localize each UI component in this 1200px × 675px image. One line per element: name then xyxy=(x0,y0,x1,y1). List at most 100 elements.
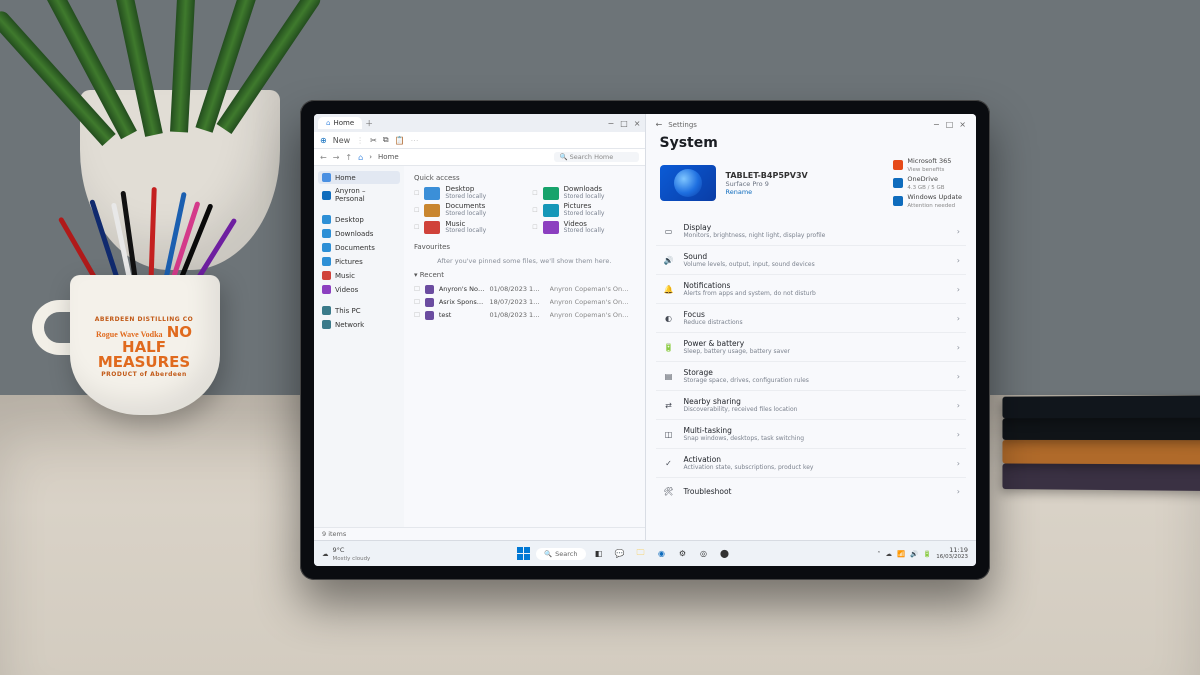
settings-row-activation[interactable]: ✓ActivationActivation state, subscriptio… xyxy=(656,448,967,477)
folder-icon xyxy=(424,204,440,217)
sidebar-item-videos[interactable]: Videos xyxy=(318,283,400,296)
settings-row-troubleshoot[interactable]: 🛠Troubleshoot› xyxy=(656,477,967,504)
chevron-right-icon: › xyxy=(957,487,960,496)
breadcrumb[interactable]: Home xyxy=(378,153,399,161)
folder-pictures[interactable]: ☐PicturesStored locally xyxy=(532,203,634,217)
folder-icon xyxy=(424,187,440,200)
explorer-taskbar-icon[interactable]: 🗀 xyxy=(633,546,649,562)
weather-cond: Mostly cloudy xyxy=(333,556,371,562)
settings-row-focus[interactable]: ◐FocusReduce distractions› xyxy=(656,303,967,332)
setting-icon: 🔊 xyxy=(662,253,676,267)
recent-name: Anyron's Notebook xyxy=(439,285,485,293)
checkbox[interactable]: ☐ xyxy=(414,207,419,214)
settings-row-storage[interactable]: ▤StorageStorage space, drives, configura… xyxy=(656,361,967,390)
checkbox[interactable]: ☐ xyxy=(414,190,419,197)
checkbox[interactable]: ☐ xyxy=(532,190,537,197)
cut-icon[interactable]: ✂ xyxy=(370,136,377,145)
onedrive-tray-icon[interactable]: ☁ xyxy=(886,550,893,558)
tablet-device: ⌂ Home ＋ − □ × ⊕ New ⋮ ✂ ⧉ 📋 xyxy=(300,100,990,580)
checkbox[interactable]: ☐ xyxy=(532,224,537,231)
folder-music[interactable]: ☐MusicStored locally xyxy=(414,221,516,235)
sidebar-item-home[interactable]: Home xyxy=(318,171,400,184)
weather-widget[interactable]: ☁ 9°CMostly cloudy xyxy=(322,546,370,562)
folder-downloads[interactable]: ☐DownloadsStored locally xyxy=(532,186,634,200)
clock-date[interactable]: 16/03/2023 xyxy=(936,554,968,560)
tray-chevron-icon[interactable]: ˄ xyxy=(877,550,880,558)
recent-row[interactable]: ☐Asrix Sponsored Article File Visuailse … xyxy=(414,296,635,309)
folder-icon xyxy=(543,221,559,234)
rename-link[interactable]: Rename xyxy=(726,188,808,196)
sidebar-item-anyron-personal[interactable]: Anyron – Personal xyxy=(318,185,400,205)
settings-row-power-battery[interactable]: 🔋Power & batterySleep, battery usage, ba… xyxy=(656,332,967,361)
forward-button[interactable]: → xyxy=(333,153,340,162)
chat-button[interactable]: 💬 xyxy=(612,546,628,562)
settings-row-sound[interactable]: 🔊SoundVolume levels, output, input, soun… xyxy=(656,245,967,274)
settings-row-nearby-sharing[interactable]: ⇄Nearby sharingDiscoverability, received… xyxy=(656,390,967,419)
tile-label: Windows UpdateAttention needed xyxy=(907,193,962,209)
info-tile[interactable]: Windows UpdateAttention needed xyxy=(893,193,962,209)
maximize-button[interactable]: □ xyxy=(620,119,628,128)
chrome-taskbar-icon[interactable]: ◎ xyxy=(696,546,712,562)
checkbox[interactable]: ☐ xyxy=(414,298,420,306)
task-view-button[interactable]: ◧ xyxy=(591,546,607,562)
close-button[interactable]: × xyxy=(634,119,641,128)
explorer-tab-home[interactable]: ⌂ Home xyxy=(318,117,362,129)
new-tab-button[interactable]: ＋ xyxy=(365,118,373,129)
folder-icon xyxy=(322,243,331,252)
setting-label: FocusReduce distractions xyxy=(684,310,743,326)
sidebar-item-label: Home xyxy=(335,174,356,182)
settings-taskbar-icon[interactable]: ⚙ xyxy=(675,546,691,562)
explorer-addressbar: ← → ↑ ⌂ › Home 🔍 Search Home xyxy=(314,149,645,166)
sidebar-item-documents[interactable]: Documents xyxy=(318,241,400,254)
back-button[interactable]: ← xyxy=(656,120,663,129)
recent-location: Anyron Copeman's On… xyxy=(550,298,635,306)
folder-documents[interactable]: ☐DocumentsStored locally xyxy=(414,203,516,217)
new-button[interactable]: New xyxy=(333,136,350,145)
folder-desktop[interactable]: ☐DesktopStored locally xyxy=(414,186,516,200)
sidebar-item-this-pc[interactable]: This PC xyxy=(318,304,400,317)
edge-taskbar-icon[interactable]: ◉ xyxy=(654,546,670,562)
clock-time[interactable]: 11:19 xyxy=(949,546,968,554)
wifi-tray-icon[interactable]: 📶 xyxy=(897,550,905,558)
app-taskbar-icon[interactable]: ⬤ xyxy=(717,546,733,562)
weather-temp: 9°C xyxy=(333,546,345,554)
settings-row-notifications[interactable]: 🔔NotificationsAlerts from apps and syste… xyxy=(656,274,967,303)
checkbox[interactable]: ☐ xyxy=(414,224,419,231)
sidebar-item-label: Music xyxy=(335,272,355,280)
sidebar-item-music[interactable]: Music xyxy=(318,269,400,282)
paste-icon[interactable]: 📋 xyxy=(395,136,405,145)
settings-row-display[interactable]: ▭DisplayMonitors, brightness, night ligh… xyxy=(656,217,967,245)
minimize-button[interactable]: − xyxy=(933,120,940,129)
checkbox[interactable]: ☐ xyxy=(414,311,420,319)
search-input[interactable]: 🔍 Search Home xyxy=(554,152,639,162)
volume-tray-icon[interactable]: 🔊 xyxy=(910,550,918,558)
recent-date: 01/08/2023 1… xyxy=(490,285,545,293)
taskbar-search[interactable]: 🔍Search xyxy=(536,548,585,560)
setting-label: NotificationsAlerts from apps and system… xyxy=(684,281,816,297)
sidebar-item-desktop[interactable]: Desktop xyxy=(318,213,400,226)
up-button[interactable]: ↑ xyxy=(345,153,352,162)
checkbox[interactable]: ☐ xyxy=(414,285,420,293)
recent-row[interactable]: ☐Anyron's Notebook01/08/2023 1…Anyron Co… xyxy=(414,283,635,296)
search-icon: 🔍 xyxy=(544,550,552,558)
start-button[interactable] xyxy=(515,546,531,562)
chevron-right-icon: › xyxy=(957,401,960,410)
maximize-button[interactable]: □ xyxy=(946,120,954,129)
back-button[interactable]: ← xyxy=(320,153,327,162)
sidebar-item-downloads[interactable]: Downloads xyxy=(318,227,400,240)
minimize-button[interactable]: − xyxy=(608,119,615,128)
recent-row[interactable]: ☐test01/08/2023 1…Anyron Copeman's On… xyxy=(414,309,635,322)
info-tile[interactable]: Microsoft 365View benefits xyxy=(893,157,962,173)
folder-videos[interactable]: ☐VideosStored locally xyxy=(532,221,634,235)
checkbox[interactable]: ☐ xyxy=(532,207,537,214)
search-placeholder: Search Home xyxy=(570,153,614,161)
setting-icon: ▤ xyxy=(662,369,676,383)
copy-icon[interactable]: ⧉ xyxy=(383,135,389,145)
info-tile[interactable]: OneDrive4.3 GB / 5 GB xyxy=(893,175,962,191)
sidebar-item-pictures[interactable]: Pictures xyxy=(318,255,400,268)
settings-row-multi-tasking[interactable]: ◫Multi-taskingSnap windows, desktops, ta… xyxy=(656,419,967,448)
close-button[interactable]: × xyxy=(959,120,966,129)
sidebar-item-network[interactable]: Network xyxy=(318,318,400,331)
explorer-tabbar: ⌂ Home ＋ − □ × xyxy=(314,114,645,132)
battery-tray-icon[interactable]: 🔋 xyxy=(923,550,931,558)
